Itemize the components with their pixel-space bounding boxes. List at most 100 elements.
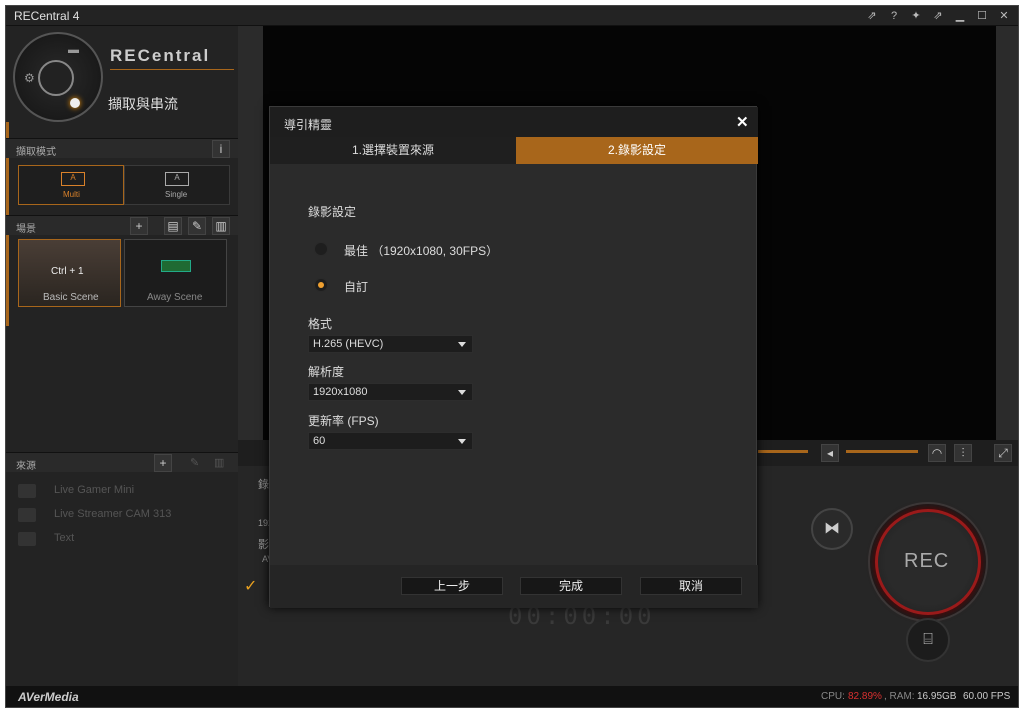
volume-slider-1[interactable] <box>758 450 808 453</box>
pin2-icon[interactable]: ✦ <box>908 8 924 24</box>
ram-label: , RAM: <box>884 691 915 702</box>
folder-icon[interactable]: ▬ <box>68 44 79 56</box>
fps-value: 60.00 FPS <box>963 691 1011 702</box>
radio-custom-label: 自訂 <box>344 280 369 294</box>
chevron-down-icon <box>458 342 466 347</box>
scene-away-label: Away Scene <box>147 292 203 303</box>
fps-select[interactable]: 60 <box>308 432 473 450</box>
snapshot-button[interactable]: ⌸ <box>906 618 950 662</box>
single-icon: A <box>165 172 189 186</box>
eye-icon[interactable] <box>18 532 36 546</box>
partial-label: 錄 <box>258 479 269 491</box>
radio-custom[interactable] <box>314 278 328 292</box>
pin3-icon[interactable]: ⇗ <box>930 8 946 24</box>
mode-title: 擷取與串流 <box>108 96 178 112</box>
add-scene-button[interactable]: + <box>130 217 148 235</box>
source-name: Text <box>54 532 75 544</box>
resolution-select[interactable]: 1920x1080 <box>308 383 473 401</box>
prev-button[interactable]: 上一步 <box>401 577 503 595</box>
dialog-title-bar: 導引精靈 ✕ <box>270 107 758 137</box>
speaker-icon[interactable]: ◂ <box>821 444 839 462</box>
format-value: H.265 (HEVC) <box>313 338 384 350</box>
avermedia-logo: AVerMedia <box>18 690 79 704</box>
source-item[interactable]: Live Gamer Mini <box>18 480 218 502</box>
preview-right-bar <box>996 26 1018 440</box>
mode-multi-label: Multi <box>63 190 80 199</box>
scene-hotkey: Ctrl + 1 <box>51 266 84 277</box>
source-item[interactable]: Text <box>18 528 218 550</box>
format-label: 格式 <box>308 317 333 331</box>
capture-mode-label: 擷取模式 <box>16 147 56 158</box>
mode-single-label: Single <box>165 190 188 199</box>
app-window: RECentral 4 ⇗ ? ✦ ⇗ ▁ ☐ ✕ ⚙ ▬ RECentral … <box>5 5 1019 708</box>
source-label: 來源 <box>16 461 36 472</box>
mixer-icon[interactable]: ⫶ <box>954 444 972 462</box>
chevron-down-icon <box>458 439 466 444</box>
scene-header: 場景 + ▤ ✎ ▥ <box>6 215 238 235</box>
dialog-close-icon[interactable]: ✕ <box>736 113 749 131</box>
rec-label: REC <box>904 550 950 572</box>
chevron-down-icon <box>458 390 466 395</box>
left-panel: ⚙ ▬ RECentral 擷取與串流 擷取模式 i A Multi A Sin… <box>6 26 238 686</box>
minimize-icon[interactable]: ▁ <box>952 8 968 24</box>
info-button[interactable]: i <box>212 140 230 158</box>
dialog-title: 導引精靈 <box>284 118 333 132</box>
radio-best[interactable] <box>314 242 328 256</box>
cpu-label: CPU: <box>821 691 845 702</box>
title-bar: RECentral 4 ⇗ ? ✦ ⇗ ▁ ☐ ✕ <box>6 6 1018 26</box>
scene-basic[interactable]: Ctrl + 1 Basic Scene <box>18 239 121 307</box>
preview-left-bar <box>238 26 263 440</box>
delete-icon[interactable]: ▥ <box>212 217 230 235</box>
radio-best-label: 最佳 （1920x1080, 30FPS） <box>344 244 499 258</box>
cpu-value: 82.89% <box>848 691 882 702</box>
scene-away[interactable]: Away Scene <box>124 239 227 307</box>
partial-label: 影 <box>258 539 269 551</box>
brand-logo: RECentral <box>110 46 211 65</box>
split-icon[interactable]: ⧓ <box>811 508 853 550</box>
add-source-button[interactable]: + <box>154 454 172 472</box>
radio-dot <box>318 282 324 288</box>
shutter-icon <box>38 60 74 96</box>
edit-source-icon[interactable]: ✎ <box>190 456 199 469</box>
close-icon[interactable]: ✕ <box>996 8 1012 24</box>
source-name: Live Gamer Mini <box>54 484 135 496</box>
resolution-value: 1920x1080 <box>313 386 368 398</box>
cancel-button[interactable]: 取消 <box>640 577 742 595</box>
help-icon[interactable]: ? <box>886 8 902 24</box>
volume-slider-2[interactable] <box>846 450 918 453</box>
edit-icon[interactable]: ✎ <box>188 217 206 235</box>
fullscreen-icon[interactable]: ⤢ <box>994 444 1012 462</box>
maximize-icon[interactable]: ☐ <box>974 8 990 24</box>
gear-icon[interactable]: ⚙ <box>24 71 35 85</box>
mode-single[interactable]: A Single <box>124 165 230 205</box>
eye-icon[interactable] <box>18 484 36 498</box>
rec-button[interactable]: REC <box>875 509 981 615</box>
ram-value: 16.95GB <box>917 691 957 702</box>
source-header: 來源 + ✎ ▥ <box>6 452 238 472</box>
multi-icon: A <box>61 172 85 186</box>
tab-record-settings[interactable]: 2.錄影設定 <box>516 137 758 164</box>
dialog-footer: 上一步 完成 取消 <box>270 565 758 608</box>
monitor-icon <box>161 260 191 272</box>
resolution-label: 解析度 <box>308 365 345 379</box>
print-icon[interactable]: ▤ <box>164 217 182 235</box>
headphone-icon[interactable]: ◠ <box>928 444 946 462</box>
check-icon: ✓ <box>244 578 258 595</box>
mode-multi[interactable]: A Multi <box>18 165 124 205</box>
delete-source-icon[interactable]: ▥ <box>214 456 224 469</box>
source-name: Live Streamer CAM 313 <box>54 508 172 520</box>
wizard-dialog: 導引精靈 ✕ 1.選擇裝置來源 2.錄影設定 錄影設定 最佳 （1920x108… <box>269 106 758 608</box>
done-button[interactable]: 完成 <box>520 577 622 595</box>
brand-underline <box>110 69 234 70</box>
capture-mode-header: 擷取模式 i <box>6 138 238 158</box>
pin-icon[interactable]: ⇗ <box>864 8 880 24</box>
format-select[interactable]: H.265 (HEVC) <box>308 335 473 353</box>
source-item[interactable]: Live Streamer CAM 313 <box>18 504 218 526</box>
tab-device-source[interactable]: 1.選擇裝置來源 <box>270 137 516 164</box>
fps-value-select: 60 <box>313 435 326 447</box>
status-bar: AVerMedia CPU: 82.89% , RAM: 16.95GB 60.… <box>6 686 1018 707</box>
scene-label: 場景 <box>16 224 36 235</box>
eye-icon[interactable] <box>18 508 36 522</box>
capture-dot-icon[interactable] <box>70 98 80 108</box>
section-title: 錄影設定 <box>308 205 357 219</box>
